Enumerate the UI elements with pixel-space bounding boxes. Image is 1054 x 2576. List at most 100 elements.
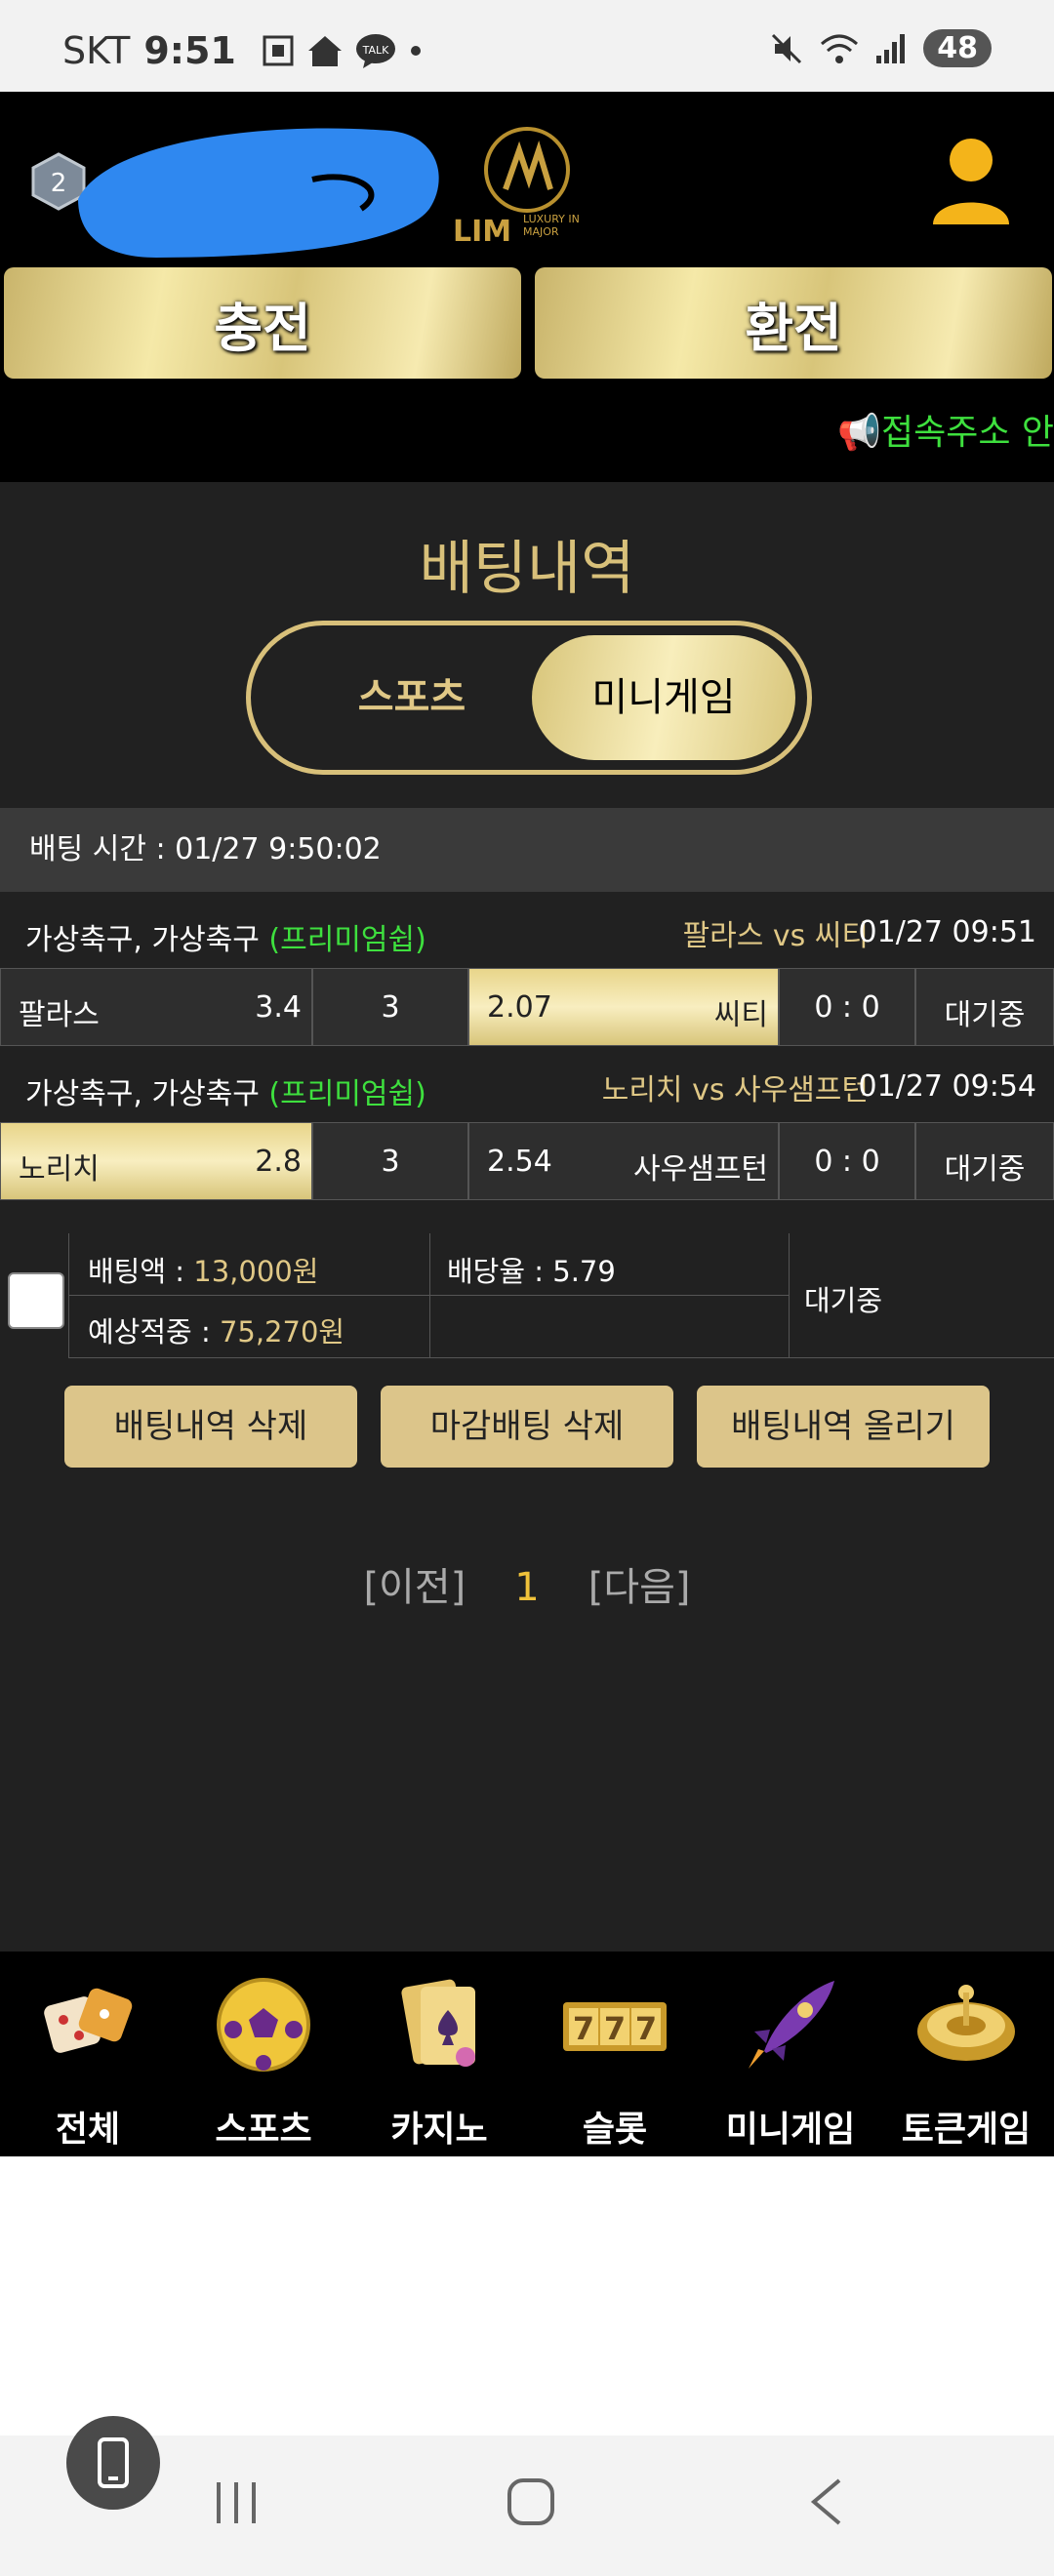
- status-text: 대기중: [944, 1152, 1026, 1187]
- pagination: [이전] 1 [다음]: [0, 1555, 1054, 1612]
- league-tier: (프리미엄쉽): [268, 923, 426, 957]
- expected-label: 예상적중 :: [88, 1315, 220, 1348]
- home-odds-cell-selected[interactable]: 노리치 2.8: [0, 1122, 312, 1200]
- redaction-scribble: [78, 128, 439, 258]
- score-cell: 0 : 0: [779, 968, 915, 1046]
- nav-item-casino[interactable]: 카지노: [351, 1971, 527, 2152]
- home-odds: 2.8: [255, 1145, 302, 1179]
- delete-history-button[interactable]: 배팅내역 삭제: [64, 1386, 357, 1468]
- match-teams: 팔라스 vs 씨티: [682, 919, 869, 953]
- rocket-icon: [749, 1981, 834, 2069]
- prev-page-link[interactable]: [이전]: [363, 1565, 466, 1610]
- playing-cards-icon: [401, 1979, 475, 2067]
- screenshot-icon: [263, 35, 294, 66]
- wifi-icon: [821, 34, 859, 63]
- battery-indicator: 48: [923, 29, 992, 67]
- bet-amount-cell: 배팅액 : 13,000원: [68, 1233, 429, 1296]
- svg-text:TALK: TALK: [361, 44, 389, 57]
- recent-apps-icon[interactable]: [211, 2476, 264, 2529]
- summary-status-cell: 대기중: [789, 1233, 1054, 1358]
- odds-row: 팔라스 3.4 3 2.07 씨티 0 : 0 대기중: [0, 968, 1054, 1046]
- tab-sports[interactable]: 스포츠: [300, 625, 524, 770]
- status-text: 대기중: [944, 998, 1026, 1032]
- exchange-button[interactable]: 환전: [535, 267, 1052, 379]
- home-odds-cell[interactable]: 팔라스 3.4: [0, 968, 312, 1046]
- draw-odds-cell[interactable]: 3: [312, 968, 468, 1046]
- expected-win-cell: 예상적중 : 75,270원: [68, 1296, 429, 1358]
- floating-phone-button[interactable]: [66, 2416, 160, 2510]
- score: 0 : 0: [814, 990, 880, 1025]
- odds-row: 노리치 2.8 3 2.54 사우샘프턴 0 : 0 대기중: [0, 1122, 1054, 1200]
- match-league: 가상축구, 가상축구 (프리미엄쉽): [25, 1069, 426, 1112]
- nav-item-sports[interactable]: 스포츠: [176, 1971, 351, 2152]
- signal-icon: [876, 33, 906, 63]
- expected-amount: 75,270원: [219, 1315, 345, 1348]
- nav-item-token-game[interactable]: 토큰게임: [878, 1971, 1054, 2152]
- dot-icon: [410, 46, 421, 56]
- svg-text:7: 7: [635, 2010, 657, 2047]
- svg-text:2: 2: [51, 169, 67, 198]
- nav-label: 스포츠: [215, 2110, 312, 2150]
- roulette-icon: [917, 1985, 1015, 2061]
- away-odds-cell[interactable]: 2.54 사우샘프턴: [468, 1122, 779, 1200]
- bet-summary: 배팅액 : 13,000원 배당율 : 5.79 예상적중 : 75,270원 …: [0, 1233, 1054, 1358]
- logo-subtext: LUXURY IN MAJOR: [523, 213, 580, 238]
- clock: 9:51: [143, 29, 236, 72]
- back-icon[interactable]: [802, 2475, 851, 2529]
- category-toggle: 스포츠 미니게임: [246, 621, 812, 775]
- delete-closed-button[interactable]: 마감배팅 삭제: [381, 1386, 673, 1468]
- match-time: 01/27 09:51: [858, 915, 1036, 949]
- notice-marquee: 📢접속주소 안: [837, 404, 1054, 455]
- summary-status: 대기중: [804, 1284, 883, 1317]
- odds-label: 배당율 :: [447, 1255, 553, 1288]
- charge-button[interactable]: 충전: [4, 267, 521, 379]
- draw-odds: 3: [381, 990, 400, 1025]
- site-header: 2 LIM LUXURY IN MAJOR 충전 환전 📢접속주소 안: [0, 92, 1054, 482]
- carrier-label: SKT: [62, 29, 131, 72]
- home-team: 팔라스: [19, 998, 100, 1032]
- odds-cell: 배당율 : 5.79: [429, 1233, 789, 1296]
- match-teams: 노리치 vs 사우샘프턴: [601, 1073, 869, 1107]
- user-profile-icon[interactable]: [927, 131, 1015, 228]
- away-team: 씨티: [713, 998, 768, 1032]
- nav-item-slot[interactable]: 7 7 7 슬롯: [527, 1971, 703, 2152]
- nav-item-all[interactable]: 전체: [0, 1971, 176, 2152]
- match-info-row: 가상축구, 가상축구 (프리미엄쉽) 팔라스 vs 씨티 01/27 09:51: [0, 898, 1054, 968]
- svg-text:7: 7: [573, 2010, 594, 2047]
- empty-cell: [429, 1296, 789, 1358]
- bet-amount-label: 배팅액 :: [88, 1255, 194, 1288]
- select-checkbox[interactable]: [8, 1272, 64, 1329]
- slot-777-icon: 7 7 7: [563, 2002, 667, 2051]
- page-title: 배팅내역: [419, 535, 635, 603]
- match-league: 가상축구, 가상축구 (프리미엄쉽): [25, 915, 426, 958]
- nav-label: 토큰게임: [901, 2110, 1032, 2150]
- tab-minigame[interactable]: 미니게임: [532, 635, 795, 760]
- status-cell: 대기중: [915, 968, 1054, 1046]
- soccer-ball-icon: [217, 1978, 310, 2072]
- away-odds-cell-selected[interactable]: 2.07 씨티: [468, 968, 779, 1046]
- draw-odds-cell[interactable]: 3: [312, 1122, 468, 1200]
- away-team: 사우샘프턴: [633, 1152, 768, 1187]
- current-page[interactable]: 1: [514, 1565, 539, 1610]
- draw-odds: 3: [381, 1145, 400, 1179]
- nav-item-minigame[interactable]: 미니게임: [703, 1971, 878, 2152]
- betting-history-panel: 배팅내역 스포츠 미니게임 배팅 시간 : 01/27 9:50:02 가상축구…: [0, 482, 1054, 1952]
- score: 0 : 0: [814, 1145, 880, 1179]
- nav-label: 카지노: [390, 2110, 488, 2150]
- league-tier: (프리미엄쉽): [268, 1077, 426, 1111]
- status-cell: 대기중: [915, 1122, 1054, 1200]
- bet-amount: 13,000원: [193, 1255, 319, 1288]
- bet-time-text: 배팅 시간 : 01/27 9:50:02: [29, 832, 382, 866]
- nav-label: 전체: [55, 2110, 121, 2150]
- match-time: 01/27 09:54: [858, 1069, 1036, 1104]
- league-name: 가상축구, 가상축구: [25, 1077, 260, 1111]
- upload-history-button[interactable]: 배팅내역 올리기: [697, 1386, 990, 1468]
- notice-text: 접속주소 안: [880, 413, 1054, 453]
- next-page-link[interactable]: [다음]: [588, 1565, 691, 1610]
- megaphone-icon: 📢: [837, 413, 881, 453]
- away-odds: 2.07: [487, 990, 552, 1025]
- home-nav-icon[interactable]: [504, 2475, 558, 2529]
- home-team: 노리치: [19, 1152, 100, 1187]
- score-cell: 0 : 0: [779, 1122, 915, 1200]
- bottom-nav: 전체 스포츠 카지노 7 7 7 슬롯 미니게임 토큰게임: [0, 1952, 1054, 2156]
